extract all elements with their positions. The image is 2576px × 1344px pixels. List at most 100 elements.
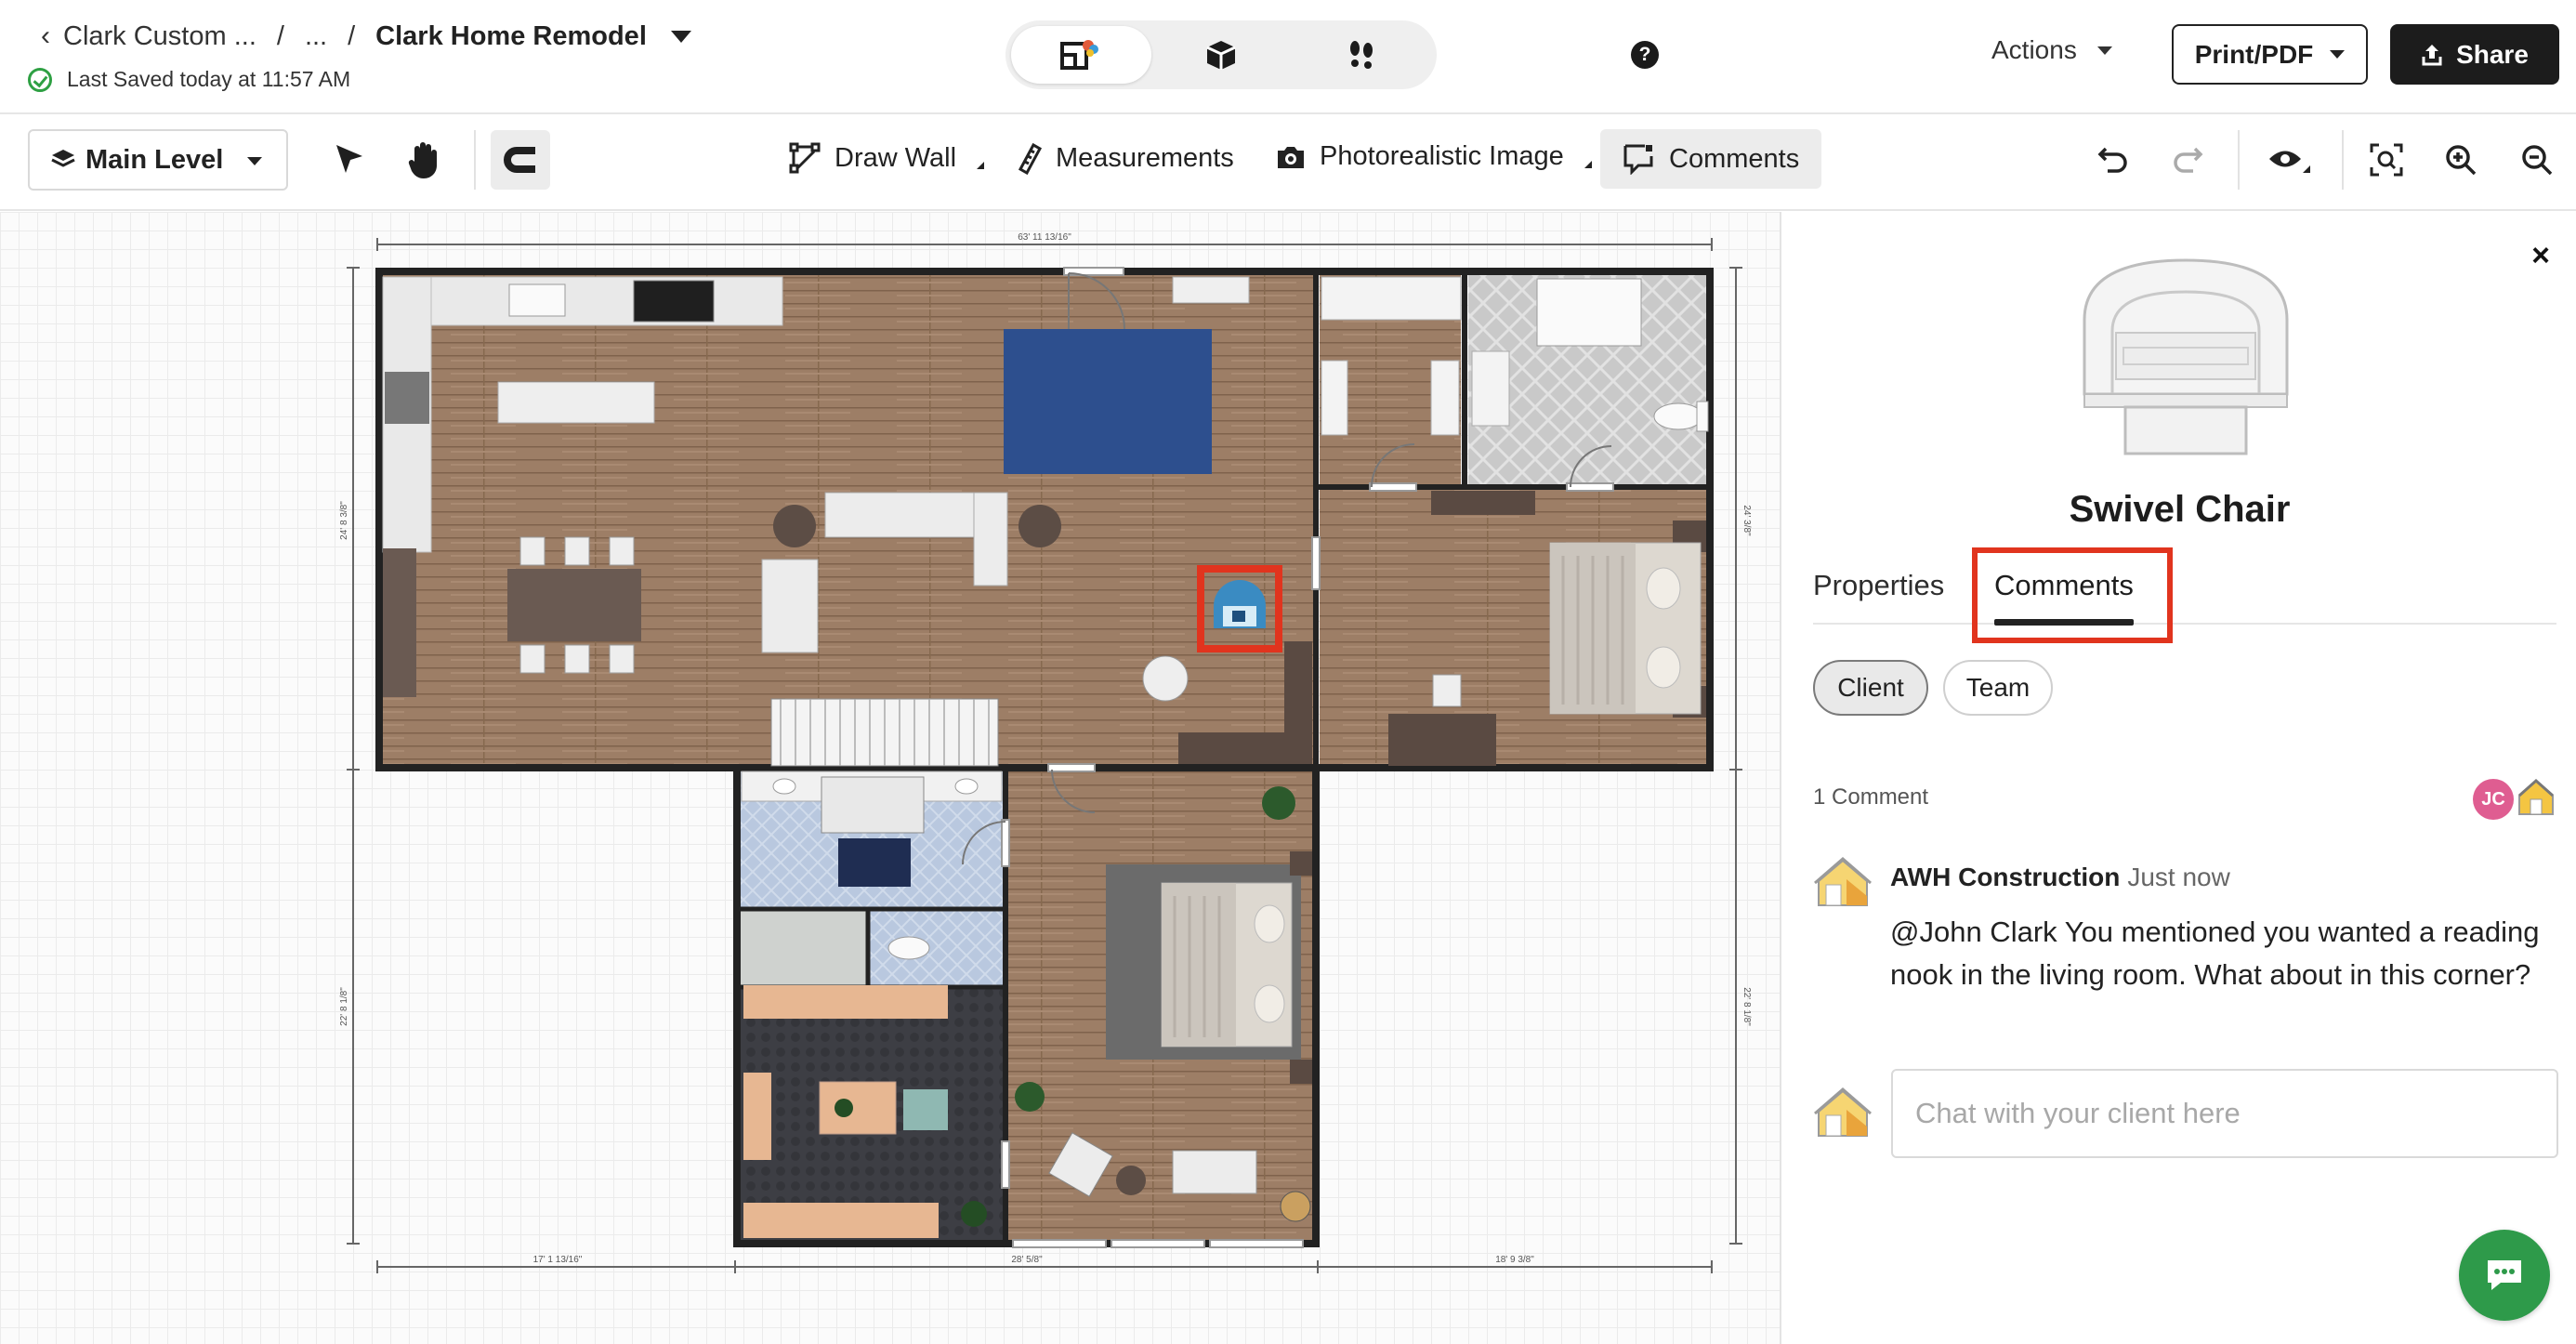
toolbar-divider (474, 130, 476, 190)
breadcrumb: ‹ Clark Custom ... / ... / Clark Home Re… (41, 20, 691, 52)
print-caret-icon (2330, 50, 2346, 59)
pointer-arrow-icon (336, 145, 362, 173)
project-menu-caret-icon[interactable] (670, 30, 691, 43)
undo-icon (2097, 147, 2127, 173)
view-mode-switcher (1005, 20, 1437, 89)
zoom-out-button[interactable] (2520, 143, 2554, 177)
chat-input[interactable] (1891, 1069, 2558, 1158)
save-status: Last Saved today at 11:57 AM (28, 67, 350, 92)
undo-button[interactable] (2096, 143, 2130, 173)
dim-bottom-right-text: 18' 9 3/8" (1495, 1255, 1534, 1265)
zoom-in-button[interactable] (2444, 143, 2477, 177)
visibility-button[interactable] (2267, 147, 2312, 175)
eye-icon (2269, 151, 2310, 173)
redo-button[interactable] (2171, 143, 2204, 173)
item-thumbnail (2083, 258, 2289, 455)
draw-wall-label: Draw Wall (835, 142, 957, 173)
print-pdf-button[interactable]: Print/PDF (2172, 24, 2368, 85)
close-panel-icon[interactable]: × (2531, 238, 2550, 274)
tab-properties[interactable]: Properties (1813, 569, 1944, 602)
hand-icon (408, 142, 437, 178)
pan-tool-button[interactable] (405, 139, 442, 180)
draw-wall-expand-icon (977, 162, 985, 169)
level-caret-icon (247, 157, 262, 165)
commenter-house-logo-icon (1814, 857, 1872, 906)
magnet-icon (504, 147, 535, 173)
dim-left-lower-text: 22' 8 1/8" (339, 987, 349, 1026)
dim-left-upper-text: 24' 8 3/8" (339, 501, 349, 540)
print-pdf-label: Print/PDF (2194, 39, 2314, 69)
laundry-floor (740, 911, 866, 985)
details-panel: × Swivel Chair Properties Comments Clien… (1780, 212, 2576, 1344)
audience-client-chip[interactable]: Client (1813, 660, 1928, 716)
avatar: JC (2473, 779, 2514, 820)
dim-top-text: 63' 11 13/16" (1018, 232, 1071, 243)
share-upload-icon (2422, 44, 2442, 65)
dim-bottom-mid-text: 28' 5/8" (1011, 1255, 1043, 1265)
dim-right-upper-text: 24' 3/8" (1741, 505, 1752, 536)
project-title[interactable]: Clark Home Remodel (375, 21, 647, 52)
comment-count: 1 Comment (1813, 784, 1929, 810)
redo-icon (2174, 147, 2203, 173)
floorplan-drawing: 63' 11 13/16" 24' 8 3/8" 22' 8 1/8" 24' … (339, 232, 1752, 1273)
breadcrumb-root[interactable]: Clark Custom ... (63, 21, 256, 52)
share-label: Share (2456, 39, 2529, 69)
comment-author: AWH Construction Just now (1890, 863, 2230, 892)
photoreal-expand-icon (1584, 160, 1592, 168)
actions-menu[interactable]: Actions (1991, 35, 2112, 65)
saved-check-icon (28, 67, 52, 92)
panel-tabs: Properties Comments (1813, 569, 2556, 626)
zoom-out-icon (2522, 145, 2553, 176)
comment-text: @John Clark You mentioned you wanted a r… (1890, 916, 2540, 991)
company-house-logo-icon (2518, 778, 2554, 815)
actions-caret-icon (2096, 46, 2112, 55)
comment-time: Just now (2127, 863, 2230, 891)
zoom-fit-icon (2370, 143, 2403, 177)
view-2d-button[interactable] (1011, 26, 1151, 84)
breadcrumb-ellipsis[interactable]: ... (305, 21, 327, 52)
level-selector[interactable]: Main Level (28, 129, 288, 191)
item-name: Swivel Chair (2069, 489, 2291, 530)
support-chat-button[interactable] (2459, 1230, 2550, 1321)
actions-label: Actions (1991, 35, 2077, 64)
comment-bubble-icon (1623, 144, 1653, 175)
camera-icon (1278, 146, 1304, 168)
save-status-text: Last Saved today at 11:57 AM (67, 67, 351, 91)
top-bar: ‹ Clark Custom ... / ... / Clark Home Re… (0, 0, 2576, 114)
draw-wall-icon (789, 142, 821, 174)
audience-team-chip[interactable]: Team (1943, 660, 2053, 716)
draw-wall-tool[interactable]: Draw Wall (788, 141, 985, 175)
photorealistic-label: Photorealistic Image (1320, 141, 1564, 171)
my-avatar-house-icon (1814, 1087, 1872, 1137)
measurements-label: Measurements (1056, 142, 1234, 173)
snap-toggle-button[interactable] (491, 130, 550, 190)
chat-bubble-icon (2488, 1260, 2521, 1290)
toolbar-divider (2238, 130, 2240, 190)
annotation-highlight-box (1972, 547, 2173, 643)
dim-bottom-left-text: 17' 1 13/16" (533, 1255, 583, 1265)
share-button[interactable]: Share (2390, 24, 2559, 85)
comment-author-name: AWH Construction (1890, 863, 2121, 891)
dim-right-lower-text: 22' 8 1/8" (1741, 987, 1752, 1026)
3d-box-icon (1206, 41, 1236, 70)
measurements-tool[interactable]: Measurements (1015, 141, 1234, 175)
back-chevron-icon[interactable]: ‹ (41, 20, 50, 52)
comments-tool[interactable]: Comments (1600, 129, 1821, 189)
breadcrumb-separator: / (348, 20, 356, 51)
view-3d-button[interactable] (1151, 26, 1292, 84)
zoom-to-fit-button[interactable] (2370, 143, 2403, 177)
walkthrough-footsteps-icon (1349, 41, 1373, 69)
help-icon[interactable]: ? (1631, 41, 1659, 69)
area-rug (1004, 329, 1212, 474)
view-walkthrough-button[interactable] (1291, 26, 1431, 84)
breadcrumb-separator: / (276, 20, 284, 51)
photorealistic-image-tool[interactable]: Photorealistic Image (1275, 141, 1592, 172)
2d-floorplan-icon (1060, 40, 1099, 70)
ruler-icon (1018, 142, 1043, 175)
toolbar-divider (2342, 130, 2344, 190)
level-label: Main Level (85, 144, 224, 175)
zoom-in-icon (2446, 145, 2477, 176)
comments-tool-label: Comments (1669, 143, 1800, 174)
floorplan-canvas[interactable]: 63' 11 13/16" 24' 8 3/8" 22' 8 1/8" 24' … (0, 212, 1780, 1344)
select-tool-button[interactable] (331, 141, 368, 178)
